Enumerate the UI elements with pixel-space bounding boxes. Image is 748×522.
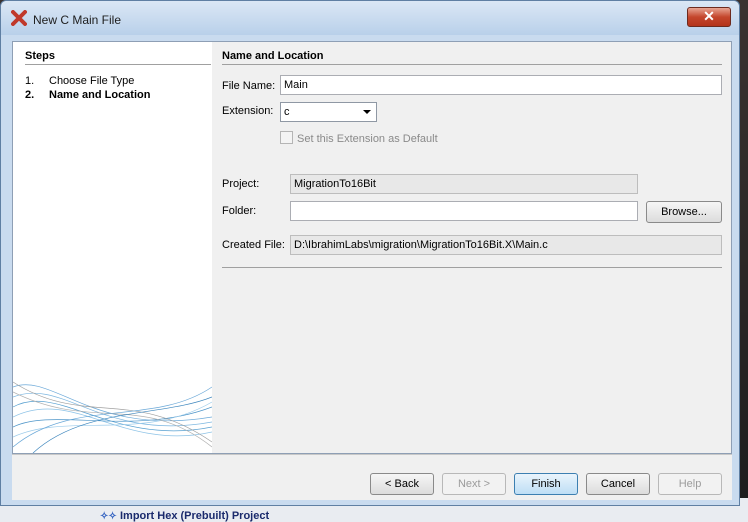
- steps-title: Steps: [25, 50, 55, 62]
- steps-panel: Steps 1. Choose File Type 2. Name and Loca…: [13, 42, 212, 453]
- default-extension-option: Set this Extension as Default: [280, 131, 438, 145]
- file-name-input[interactable]: Main: [280, 75, 722, 95]
- step-choose-file-type: 1. Choose File Type: [25, 75, 135, 87]
- project-label: Project:: [222, 178, 260, 190]
- window-title: New C Main File: [33, 13, 122, 27]
- new-c-main-file-dialog: New C Main File ✕ Steps 1. Choose File Ty…: [0, 0, 740, 506]
- default-extension-checkbox[interactable]: [280, 131, 293, 144]
- finish-button[interactable]: Finish: [514, 473, 578, 495]
- extension-select[interactable]: c: [280, 102, 377, 122]
- next-button[interactable]: Next >: [442, 473, 506, 495]
- wizard-stars-icon: ✧✧: [100, 511, 117, 522]
- section-divider: [222, 64, 722, 65]
- created-file-field: D:\IbrahimLabs\migration\MigrationTo16Bi…: [290, 235, 722, 255]
- steps-divider: [25, 64, 211, 65]
- section-title: Name and Location: [222, 50, 324, 62]
- back-button[interactable]: < Back: [370, 473, 434, 495]
- name-location-panel: Name and Location File Name: Main Extens…: [212, 42, 731, 453]
- decorative-waves: [13, 381, 212, 453]
- folder-label: Folder:: [222, 205, 257, 217]
- step-name-and-location: 2. Name and Location: [25, 89, 151, 101]
- title-bar[interactable]: New C Main File ✕: [1, 1, 739, 35]
- close-button[interactable]: ✕: [687, 7, 731, 27]
- help-button[interactable]: Help: [658, 473, 722, 495]
- wizard-content: Steps 1. Choose File Type 2. Name and Loca…: [12, 41, 732, 454]
- button-bar: < Back Next > Finish Cancel Help: [12, 454, 732, 500]
- project-field: MigrationTo16Bit: [290, 174, 638, 194]
- bottom-divider: [222, 267, 722, 268]
- folder-input[interactable]: [290, 201, 638, 221]
- dropdown-arrow-icon: [363, 110, 371, 114]
- browse-button[interactable]: Browse...: [646, 201, 722, 223]
- app-logo-icon: [11, 10, 27, 26]
- cancel-button[interactable]: Cancel: [586, 473, 650, 495]
- background-import-hex-item[interactable]: ✧✧ Import Hex (Prebuilt) Project: [100, 510, 269, 522]
- extension-label: Extension:: [222, 105, 274, 117]
- file-name-label: File Name:: [222, 80, 276, 92]
- created-file-label: Created File:: [222, 239, 285, 251]
